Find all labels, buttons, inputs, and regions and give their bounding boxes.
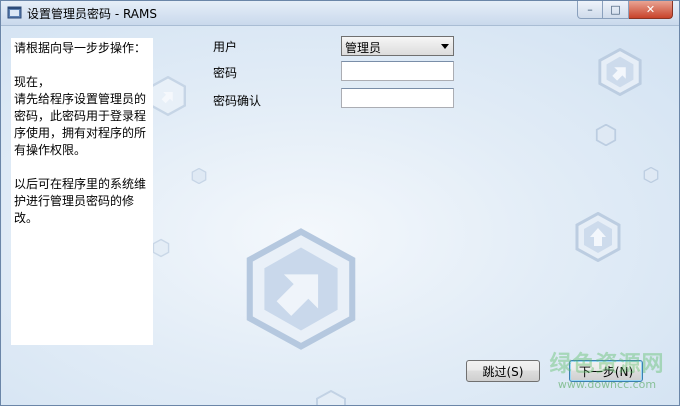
chevron-down-icon bbox=[441, 44, 449, 49]
user-label: 用户 bbox=[213, 40, 238, 54]
hexagon-arrow-decoration-icon bbox=[643, 167, 659, 183]
window-title: 设置管理员密码 - RAMS bbox=[27, 7, 157, 21]
maximize-icon: □ bbox=[610, 3, 621, 16]
close-button[interactable]: ✕ bbox=[629, 1, 673, 19]
setup-admin-password-window: 设置管理员密码 - RAMS – □ ✕ 请根据向导一步步操作： 现在， 请先给… bbox=[0, 0, 680, 406]
window-controls: – □ ✕ bbox=[577, 1, 673, 20]
hexagon-arrow-decoration-icon bbox=[575, 212, 621, 262]
password-field[interactable] bbox=[341, 61, 454, 81]
hexagon-arrow-decoration-icon bbox=[191, 168, 207, 184]
app-window-icon bbox=[7, 6, 22, 19]
hexagon-arrow-decoration-icon bbox=[246, 228, 356, 350]
minimize-button[interactable]: – bbox=[577, 1, 603, 19]
skip-button[interactable]: 跳过(S) bbox=[466, 360, 540, 382]
instruction-footer: 以后可在程序里的系统维护进行管理员密码的修改。 bbox=[14, 177, 147, 225]
password-confirm-label: 密码确认 bbox=[213, 94, 262, 108]
skip-button-label: 跳过(S) bbox=[482, 364, 524, 379]
instruction-intro: 请根据向导一步步操作： bbox=[14, 41, 147, 55]
wizard-client-area: 请根据向导一步步操作： 现在， 请先给程序设置管理员的密码，此密码用于登录程序使… bbox=[2, 26, 679, 405]
hexagon-arrow-decoration-icon bbox=[152, 238, 170, 258]
instruction-body: 现在， 请先给程序设置管理员的密码，此密码用于登录程序使用，拥有对程序的所有操作… bbox=[14, 75, 147, 157]
next-button[interactable]: 下一步(N) bbox=[569, 360, 643, 382]
user-select-value: 管理员 bbox=[345, 41, 382, 55]
hexagon-arrow-decoration-icon bbox=[595, 124, 617, 146]
instruction-panel: 请根据向导一步步操作： 现在， 请先给程序设置管理员的密码，此密码用于登录程序使… bbox=[11, 38, 153, 345]
user-select[interactable]: 管理员 bbox=[341, 36, 454, 56]
password-label: 密码 bbox=[213, 66, 238, 80]
hexagon-arrow-decoration-icon bbox=[150, 76, 186, 116]
hexagon-arrow-decoration-icon bbox=[598, 48, 642, 96]
close-icon: ✕ bbox=[645, 3, 656, 16]
next-button-label: 下一步(N) bbox=[578, 364, 634, 379]
hexagon-arrow-decoration-icon bbox=[316, 390, 346, 405]
minimize-icon: – bbox=[587, 3, 593, 16]
title-bar[interactable]: 设置管理员密码 - RAMS – □ ✕ bbox=[1, 1, 679, 26]
maximize-button[interactable]: □ bbox=[603, 1, 629, 19]
password-confirm-field[interactable] bbox=[341, 88, 454, 108]
